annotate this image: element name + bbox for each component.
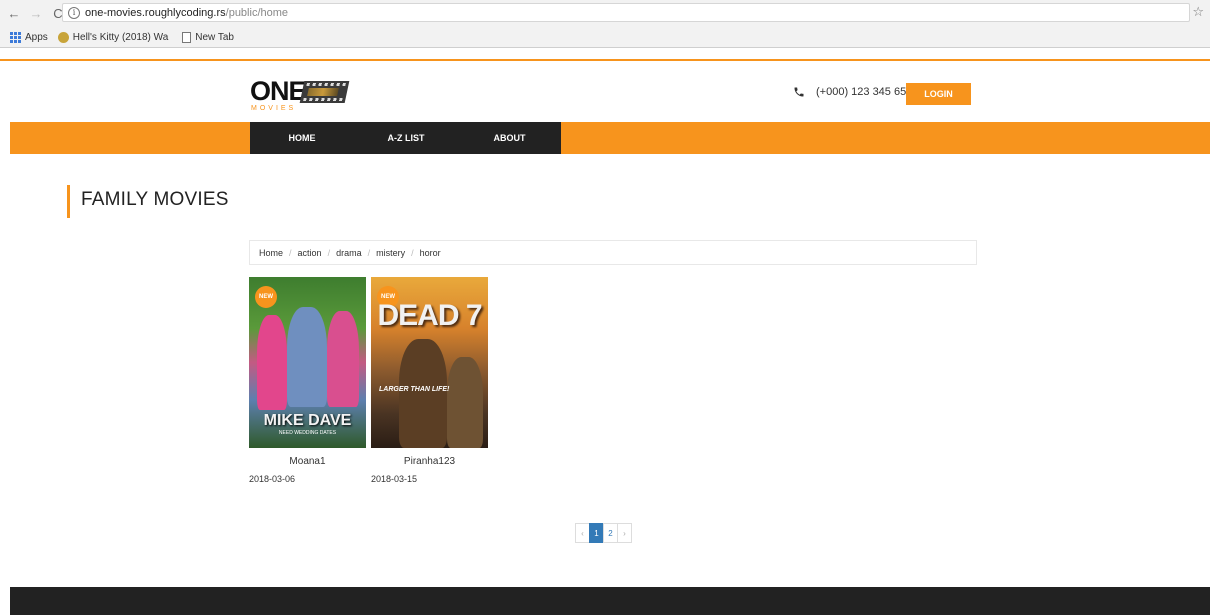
nav-item-az-list[interactable]: A-Z LIST bbox=[354, 122, 458, 154]
breadcrumb-separator: / bbox=[411, 247, 414, 258]
phone-icon bbox=[794, 87, 804, 97]
movie-poster[interactable]: NEW MIKE DAVE NEED WEDDING DATES bbox=[249, 277, 366, 448]
movie-title[interactable]: Piranha123 bbox=[371, 456, 488, 467]
pagination-page-1[interactable]: 1 bbox=[589, 523, 604, 543]
page-icon bbox=[182, 31, 192, 43]
bookmark-label: Hell's Kitty (2018) Wa bbox=[72, 31, 169, 43]
poster-title: DEAD 7 bbox=[377, 299, 482, 332]
contact-phone: (+000) 123 345 653 bbox=[793, 86, 912, 98]
poster-figure bbox=[287, 307, 327, 407]
back-icon[interactable]: ← bbox=[6, 5, 22, 21]
poster-subtitle: NEED WEDDING DATES bbox=[278, 430, 337, 436]
bookmark-star-icon[interactable]: ☆ bbox=[1192, 4, 1204, 20]
poster-figure bbox=[447, 357, 483, 448]
info-icon[interactable]: i bbox=[68, 6, 80, 19]
breadcrumb-home[interactable]: Home bbox=[259, 248, 283, 258]
login-button[interactable]: LOGIN bbox=[906, 83, 971, 105]
phone-number: (+000) 123 345 653 bbox=[816, 86, 913, 98]
movie-card: NEW DEAD 7 LARGER THAN LIFE! Piranha123 … bbox=[371, 277, 488, 484]
page-title: FAMILY MOVIES bbox=[81, 189, 229, 210]
address-bar[interactable]: i one-movies.roughlycoding.rs/public/hom… bbox=[62, 3, 1190, 22]
movie-card: NEW MIKE DAVE NEED WEDDING DATES Moana1 … bbox=[249, 277, 366, 484]
nav-item-about[interactable]: ABOUT bbox=[458, 122, 561, 154]
browser-chrome: ← → C i one-movies.roughlycoding.rs/publ… bbox=[0, 0, 1210, 48]
section-accent-bar bbox=[67, 185, 70, 218]
globe-icon bbox=[57, 31, 69, 43]
url-path: /public/home bbox=[225, 6, 289, 19]
header-top-line bbox=[0, 59, 1210, 61]
breadcrumb-mistery[interactable]: mistery bbox=[376, 248, 405, 258]
poster-figure bbox=[327, 311, 359, 407]
bookmark-apps[interactable]: Apps bbox=[10, 31, 48, 43]
pagination-prev[interactable]: ‹ bbox=[575, 523, 590, 543]
bookmark-new-tab[interactable]: New Tab bbox=[182, 31, 234, 43]
breadcrumb: Home / action / drama / mistery / horor bbox=[249, 240, 977, 265]
breadcrumb-separator: / bbox=[289, 247, 292, 258]
movie-poster[interactable]: NEW DEAD 7 LARGER THAN LIFE! bbox=[371, 277, 488, 448]
forward-icon[interactable]: → bbox=[28, 5, 44, 21]
breadcrumb-drama[interactable]: drama bbox=[336, 248, 362, 258]
poster-figure bbox=[257, 315, 287, 410]
nav-item-home[interactable]: HOME bbox=[250, 122, 354, 154]
pagination: ‹ 1 2 › bbox=[575, 523, 632, 543]
poster-tagline: LARGER THAN LIFE! bbox=[379, 386, 450, 393]
breadcrumb-separator: / bbox=[367, 247, 371, 258]
movie-title[interactable]: Moana1 bbox=[249, 456, 366, 467]
pagination-next[interactable]: › bbox=[617, 523, 632, 543]
poster-cast bbox=[371, 280, 488, 285]
site-footer bbox=[10, 587, 1210, 615]
apps-icon bbox=[10, 31, 21, 43]
film-strip-icon bbox=[299, 81, 350, 103]
bookmarks-bar: Apps Hell's Kitty (2018) Wa New Tab bbox=[0, 27, 234, 47]
movie-date: 2018-03-06 bbox=[249, 474, 296, 484]
movie-date: 2018-03-15 bbox=[371, 474, 418, 484]
bookmark-label: Apps bbox=[25, 31, 48, 43]
address-row: ← → C i one-movies.roughlycoding.rs/publ… bbox=[0, 0, 1210, 26]
logo-subtext: MOVIES bbox=[251, 105, 297, 112]
pagination-page-2[interactable]: 2 bbox=[603, 523, 618, 543]
breadcrumb-action[interactable]: action bbox=[298, 248, 322, 258]
nav-menu: HOME A-Z LIST ABOUT bbox=[250, 122, 561, 154]
bookmark-label: New Tab bbox=[195, 31, 234, 43]
logo-text: ONE bbox=[250, 76, 307, 106]
main-navbar: HOME A-Z LIST ABOUT bbox=[10, 122, 1210, 154]
breadcrumb-separator: / bbox=[327, 247, 331, 258]
bookmark-hells-kitty[interactable]: Hell's Kitty (2018) Wa bbox=[57, 31, 169, 43]
poster-title: MIKE DAVE bbox=[263, 412, 352, 429]
new-badge: NEW bbox=[255, 286, 277, 308]
url-host: one-movies.roughlycoding.rs bbox=[85, 6, 226, 19]
site-logo[interactable]: ONE MOVIES bbox=[250, 76, 350, 112]
breadcrumb-horor[interactable]: horor bbox=[420, 248, 441, 258]
